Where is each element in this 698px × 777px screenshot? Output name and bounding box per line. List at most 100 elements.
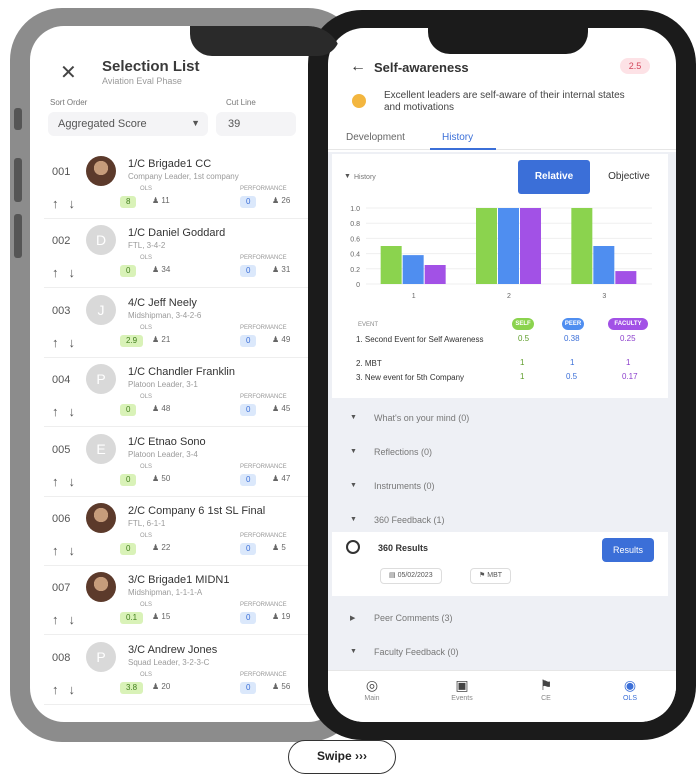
history-card: ▼ History Relative Objective 0 0.2 0.4 0.6 0… xyxy=(332,154,668,398)
relative-toggle[interactable]: Relative xyxy=(518,160,590,194)
sort-order-select[interactable]: Aggregated Score ▼ xyxy=(48,112,208,136)
ols-count: ♟ 15 xyxy=(152,612,170,621)
nav-events[interactable]: ▣ Events xyxy=(432,677,492,702)
result-title: 360 Results xyxy=(378,543,429,553)
nav-ols[interactable]: ◉ OLS xyxy=(600,677,660,702)
performance-score-badge: 0 xyxy=(240,543,257,555)
ols-count-value: 34 xyxy=(161,265,171,275)
reorder-arrows-icon[interactable]: ↑↓ xyxy=(52,265,85,280)
list-item[interactable]: 004 P 1/C Chandler Franklin Platoon Lead… xyxy=(44,362,338,428)
tab-history[interactable]: History xyxy=(442,132,473,143)
performance-label: PERFORMANCE xyxy=(240,463,287,470)
performance-score-badge: 0 xyxy=(240,473,257,486)
x-tick-label: 3 xyxy=(602,293,606,300)
nav-label: Main xyxy=(364,695,380,702)
chevron-right-icon: ▶ xyxy=(350,615,356,622)
accordion-faculty-feedback[interactable]: ▼ Faculty Feedback (0) xyxy=(328,636,676,670)
accordion-label: What's on your mind (0) xyxy=(374,413,470,423)
collapse-icon[interactable]: ▼ xyxy=(344,173,351,180)
ols-label: OLS xyxy=(140,255,153,262)
chevron-down-icon: ▼ xyxy=(191,118,200,128)
performance-count-value: 45 xyxy=(281,404,291,414)
member-name: 3/C Brigade1 MIDN1 xyxy=(128,574,230,587)
performance-count: ♟ 56 xyxy=(272,682,290,691)
rank-number: 005 xyxy=(52,443,71,456)
reorder-arrows-icon[interactable]: ↑↓ xyxy=(52,612,85,627)
ols-score-badge: 3.8 xyxy=(120,681,144,694)
sort-order-label: Sort Order xyxy=(50,98,88,107)
list-item[interactable]: 008 P 3/C Andrew Jones Squad Leader, 3-2… xyxy=(44,640,338,706)
performance-count: ♟ 31 xyxy=(272,265,290,274)
x-tick-label: 1 xyxy=(412,293,416,300)
event-faculty-value: 0.25 xyxy=(620,334,636,343)
list-item[interactable]: 006 2/C Company 6 1st SL Final FTL, 6-1-… xyxy=(44,501,338,567)
list-item[interactable]: 005 E 1/C Etnao Sono Platoon Leader, 3-4… xyxy=(44,432,338,498)
person-icon: ♟ xyxy=(272,543,282,552)
reorder-arrows-icon[interactable]: ↑↓ xyxy=(52,474,85,489)
list-item[interactable]: 001 1/C Brigade1 CC Company Leader, 1st … xyxy=(44,154,338,220)
ols-count-value: 48 xyxy=(161,404,171,414)
reorder-arrows-icon[interactable]: ↑↓ xyxy=(52,335,85,350)
ols-label: OLS xyxy=(140,671,153,678)
reorder-arrows-icon[interactable]: ↑↓ xyxy=(52,682,85,697)
person-icon: ♟ xyxy=(272,404,282,414)
faculty-pill: FACULTY xyxy=(608,318,648,330)
competency-description: Excellent leaders are self-aware of thei… xyxy=(384,90,625,113)
back-arrow-icon[interactable]: ← xyxy=(350,58,366,76)
bar-self xyxy=(476,208,497,284)
performance-count: ♟ 47 xyxy=(272,474,290,483)
sort-order-value: Aggregated Score xyxy=(58,118,147,130)
list-item[interactable]: 007 3/C Brigade1 MIDN1 Midshipman, 1-1-1… xyxy=(44,570,338,636)
ols-count-value: 20 xyxy=(161,681,171,691)
event-header: EVENT xyxy=(358,322,379,328)
results-icon xyxy=(346,540,360,554)
reorder-arrows-icon[interactable]: ↑↓ xyxy=(52,196,85,211)
person-icon: ♟ xyxy=(272,473,282,483)
performance-count: ♟ 45 xyxy=(272,404,290,413)
event-row-label: 3. New event for 5th Company xyxy=(356,373,465,382)
accordion-whats-on-your-mind[interactable]: ▼ What's on your mind (0) xyxy=(328,402,676,436)
ols-score-badge: 2.9 xyxy=(120,334,144,347)
swipe-button[interactable]: Swipe ››› xyxy=(288,740,396,774)
event-row-label: 1. Second Event for Self Awareness xyxy=(356,335,484,344)
performance-count: ♟ 19 xyxy=(272,612,290,621)
accordion-label: Instruments (0) xyxy=(374,481,435,491)
history-bar-chart: 0 0.2 0.4 0.6 0.8 1.0 1 2 3 xyxy=(350,206,652,300)
tab-bar: Development History xyxy=(328,124,676,150)
ols-count-value: 11 xyxy=(161,196,170,205)
list-item[interactable]: 003 J 4/C Jeff Neely Midshipman, 3-4-2-6… xyxy=(44,293,338,359)
ols-score-badge: 0 xyxy=(120,473,137,486)
result-card: 360 Results Results ▤ 05/02/2023 ⚑ MBT xyxy=(332,532,668,596)
event-self-value: 0.5 xyxy=(518,334,530,343)
chevron-down-icon: ▼ xyxy=(350,648,357,655)
reorder-arrows-icon[interactable]: ↑↓ xyxy=(52,404,85,419)
selection-list-header: ✕ Selection List Aviation Eval Phase xyxy=(30,54,342,102)
objective-toggle[interactable]: Objective xyxy=(594,160,664,194)
nav-ce[interactable]: ⚑ CE xyxy=(516,677,576,702)
ols-score-badge: 0 xyxy=(120,543,137,555)
accordion-peer-comments[interactable]: ▶ Peer Comments (3) xyxy=(328,602,676,636)
event-row-label: 2. MBT xyxy=(356,359,382,368)
results-button[interactable]: Results xyxy=(602,538,654,562)
performance-count: ♟ 26 xyxy=(272,196,290,205)
accordion-instruments[interactable]: ▼ Instruments (0) xyxy=(328,470,676,504)
rank-number: 008 xyxy=(52,651,71,664)
performance-count-value: 26 xyxy=(281,196,291,205)
calendar-icon: ▤ xyxy=(389,572,398,579)
cut-line-input[interactable]: 39 xyxy=(216,112,296,136)
list-item[interactable]: 002 D 1/C Daniel Goddard FTL, 3-4-2 ↑↓ O… xyxy=(44,223,338,289)
person-icon: ♟ xyxy=(152,681,162,691)
close-icon[interactable]: ✕ xyxy=(60,60,77,85)
y-tick-label: 0 xyxy=(356,282,360,289)
nav-label: CE xyxy=(541,695,551,702)
bar-peer xyxy=(498,208,519,284)
accordion-reflections[interactable]: ▼ Reflections (0) xyxy=(328,436,676,470)
person-icon: ♟ xyxy=(152,265,162,275)
nav-main[interactable]: ◎ Main xyxy=(342,677,402,702)
performance-count-value: 56 xyxy=(281,681,291,691)
tab-development[interactable]: Development xyxy=(346,132,405,143)
ols-count: ♟ 48 xyxy=(152,404,170,413)
bottom-nav: ◎ Main ▣ Events ⚑ CE ◉ OLS xyxy=(328,670,676,722)
reorder-arrows-icon[interactable]: ↑↓ xyxy=(52,543,85,558)
divider xyxy=(44,356,338,358)
